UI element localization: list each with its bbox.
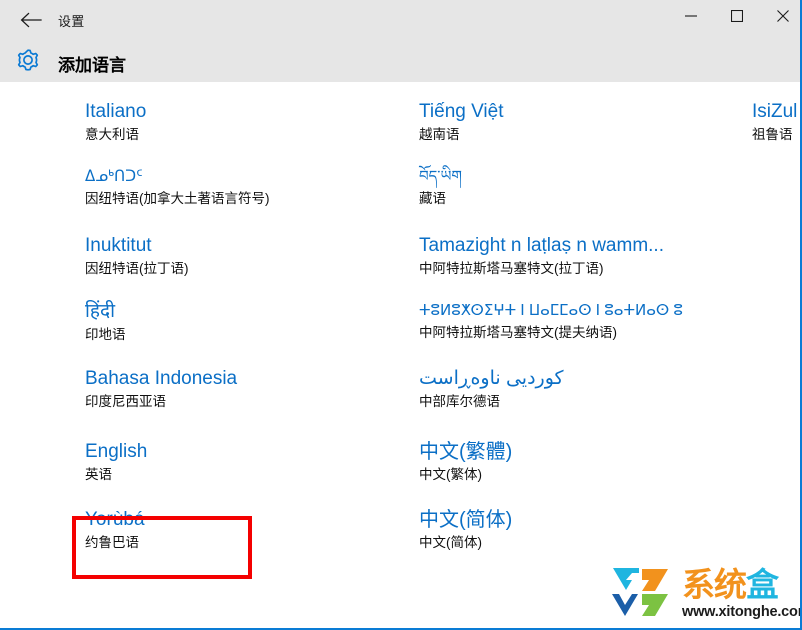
watermark-brand-part2: 盒	[746, 566, 779, 603]
language-chinese-name: 因纽特语(拉丁语)	[85, 261, 189, 276]
xitonghe-logo-icon	[606, 566, 678, 624]
minimize-icon	[685, 10, 697, 22]
language-native-name: English	[85, 441, 148, 462]
watermark-brand-part1: 系统	[682, 566, 747, 603]
language-chinese-name: 中阿特拉斯塔马塞特文(拉丁语)	[419, 261, 604, 276]
language-native-name: کوردیی ناوەڕاست	[419, 368, 564, 389]
language-chinese-name: 因纽特语(加拿大土著语言符号)	[85, 191, 270, 206]
back-button[interactable]	[14, 6, 48, 34]
language-chinese-name: 印度尼西亚语	[85, 394, 166, 409]
language-option[interactable]: Tamazight n laṭlaṣ n wamm... 中阿特拉斯塔马塞特文(拉…	[419, 234, 749, 279]
language-option[interactable]: ⵜⵓⵍⵓⵅⵙⵉⵖⵜ ⵏ ⵡⴰⵎⵎⴰⵙ ⵏ ⵓⴰⵜⵍⴰⵙ ⵓ 中阿特拉斯塔马塞特文(…	[419, 300, 749, 343]
language-native-name: ᐃᓄᒃᑎᑐᑦ	[85, 168, 143, 185]
title-bar: 设置	[0, 0, 800, 40]
language-chinese-name: 印地语	[85, 327, 126, 342]
language-option[interactable]: English 英语	[85, 440, 405, 485]
page-title: 添加语言	[58, 56, 126, 75]
language-chinese-name: 英语	[85, 467, 112, 482]
language-chinese-name: 约鲁巴语	[85, 535, 139, 550]
language-option[interactable]: Tiếng Việt 越南语	[419, 100, 749, 145]
language-column-3: IsiZul 祖鲁语	[752, 82, 800, 628]
language-option[interactable]: IsiZul 祖鲁语	[752, 100, 800, 145]
close-button[interactable]	[760, 0, 800, 32]
language-chinese-name: 中文(繁体)	[419, 467, 482, 482]
language-list: Italiano 意大利语 ᐃᓄᒃᑎᑐᑦ 因纽特语(加拿大土著语言符号) Inuktit…	[0, 82, 800, 628]
watermark-url: www.xitonghe.com	[682, 604, 802, 620]
settings-window: 设置 添加语言 Italiano 意大利语 ᐃᓄᒃᑎᑐᑦ 因纽特语(加拿大土著语…	[0, 0, 802, 630]
language-option[interactable]: Italiano 意大利语	[85, 100, 405, 145]
language-option[interactable]: हिंदी 印地语	[85, 300, 405, 345]
language-native-name: Inuktitut	[85, 235, 152, 256]
language-chinese-name: 越南语	[419, 127, 460, 142]
language-option[interactable]: Yorùbá 约鲁巴语	[85, 508, 405, 553]
close-icon	[777, 10, 789, 22]
watermark: 系统盒 www.xitonghe.com	[606, 566, 800, 624]
language-chinese-name: 中部库尔德语	[419, 394, 500, 409]
language-option[interactable]: ᐃᓄᒃᑎᑐᑦ 因纽特语(加拿大土著语言符号)	[85, 166, 405, 209]
language-chinese-name: 藏语	[419, 191, 446, 206]
language-chinese-name: 中阿特拉斯塔马塞特文(提夫纳语)	[419, 325, 617, 340]
language-native-name: Bahasa Indonesia	[85, 368, 238, 389]
language-native-name: Yorùbá	[85, 509, 145, 530]
language-native-name: हिंदी	[85, 301, 116, 322]
gear-icon	[12, 44, 44, 76]
language-option[interactable]: کوردیی ناوەڕاست 中部库尔德语	[419, 367, 749, 412]
language-native-name: Tiếng Việt	[419, 101, 504, 122]
watermark-brand: 系统盒	[682, 566, 779, 603]
language-option[interactable]: 中文(繁體) 中文(繁体)	[419, 440, 749, 485]
minimize-button[interactable]	[668, 0, 714, 32]
language-native-name: 中文(繁體)	[419, 441, 513, 463]
language-native-name: Tamazight n laṭlaṣ n wamm...	[419, 235, 664, 256]
language-option[interactable]: 中文(简体) 中文(简体)	[419, 508, 749, 553]
language-column-1: Italiano 意大利语 ᐃᓄᒃᑎᑐᑦ 因纽特语(加拿大土著语言符号) Inuktit…	[85, 82, 405, 628]
back-arrow-icon	[20, 12, 42, 28]
language-native-name: ⵜⵓⵍⵓⵅⵙⵉⵖⵜ ⵏ ⵡⴰⵎⵎⴰⵙ ⵏ ⵓⴰⵜⵍⴰⵙ ⵓ	[419, 302, 683, 319]
language-native-name: 中文(简体)	[419, 509, 513, 531]
language-chinese-name: 中文(简体)	[419, 535, 482, 550]
language-option[interactable]: Bahasa Indonesia 印度尼西亚语	[85, 367, 405, 412]
language-native-name: IsiZul	[752, 101, 798, 122]
language-native-name: Italiano	[85, 101, 147, 122]
window-title: 设置	[58, 14, 85, 29]
language-chinese-name: 祖鲁语	[752, 127, 793, 142]
language-column-2: Tiếng Việt 越南语 བོད་ཡིག 藏语 Tamazight n laṭlaṣ…	[419, 82, 749, 628]
language-option[interactable]: བོད་ཡིག 藏语	[419, 166, 749, 209]
language-option[interactable]: Inuktitut 因纽特语(拉丁语)	[85, 234, 405, 279]
maximize-button[interactable]	[714, 0, 760, 32]
language-native-name: བོད་ཡིག	[419, 168, 462, 185]
language-chinese-name: 意大利语	[85, 127, 139, 142]
page-header: 添加语言	[0, 40, 800, 82]
maximize-icon	[731, 10, 743, 22]
